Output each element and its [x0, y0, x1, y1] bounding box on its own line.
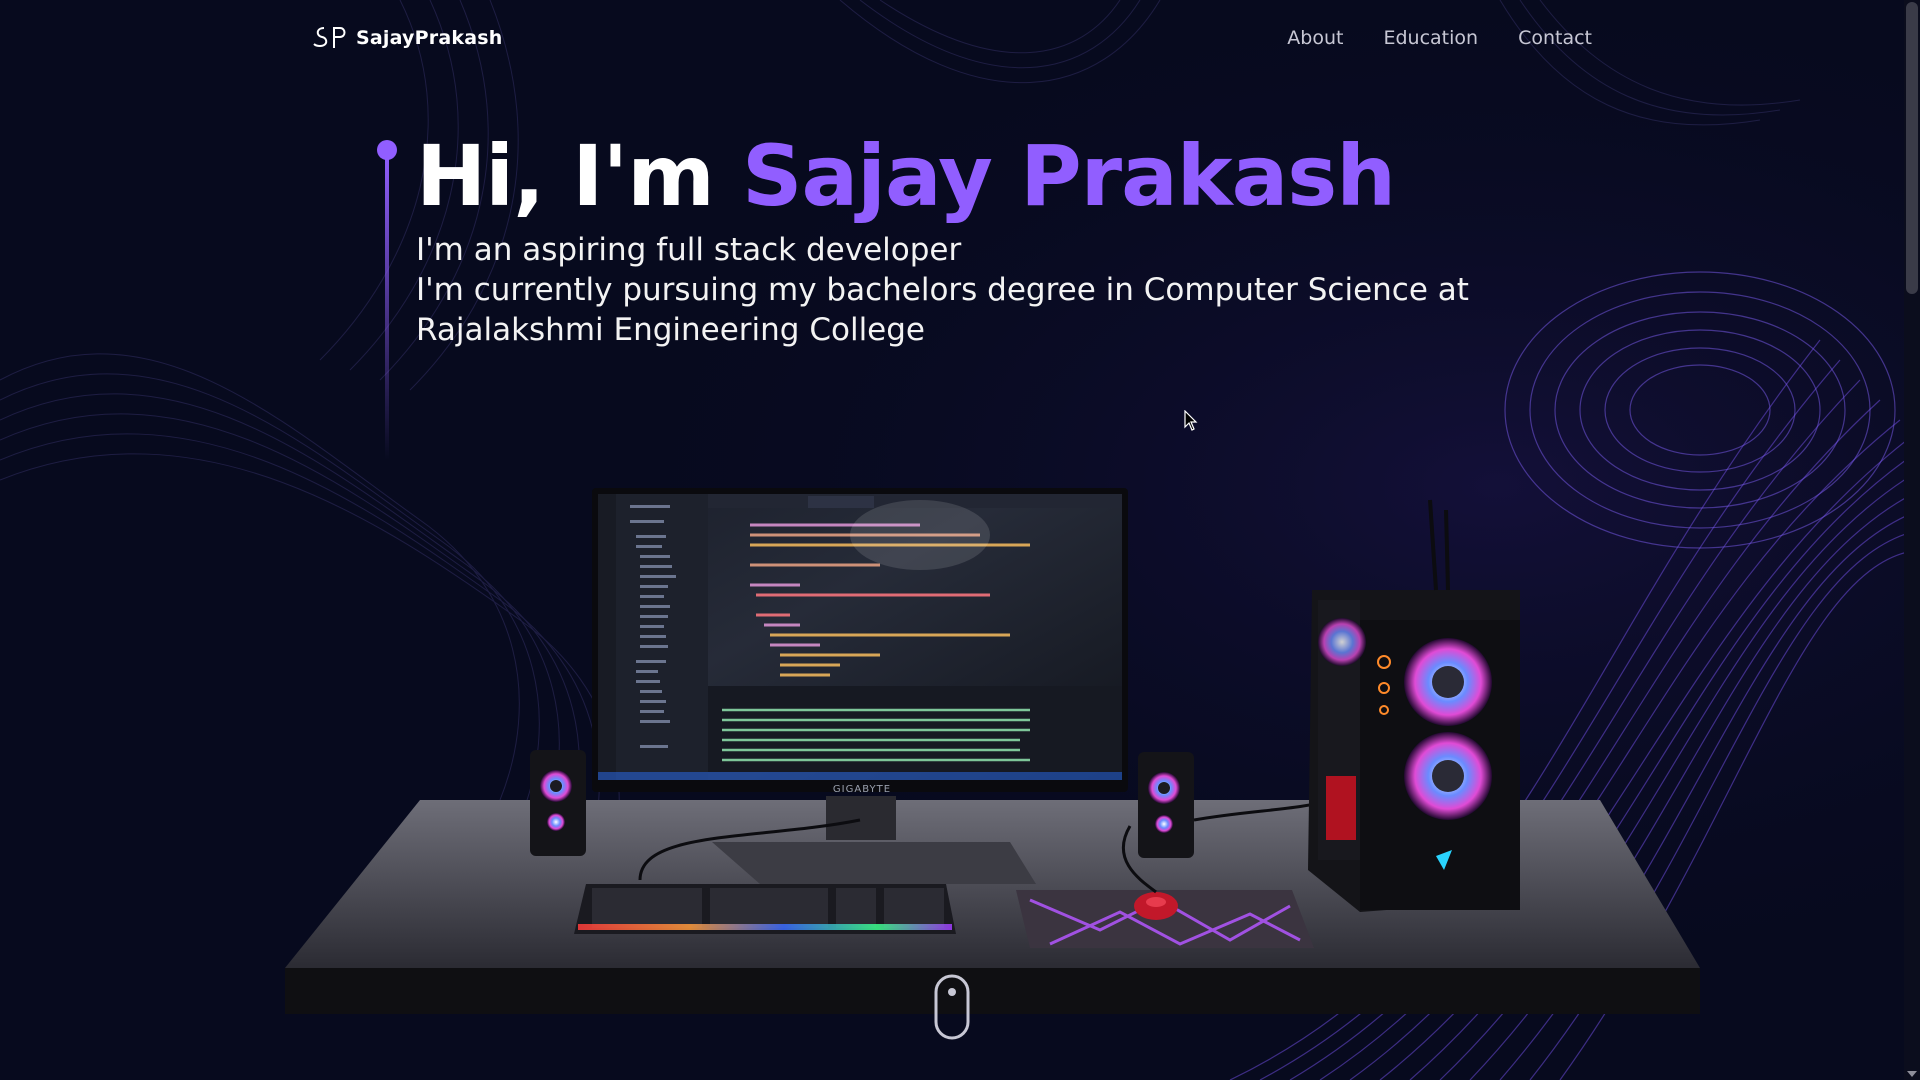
pc-tower [1308, 499, 1520, 912]
hero-name: Sajay Prakash [742, 127, 1396, 225]
hero-title: Hi, I'm Sajay Prakash [416, 126, 1396, 226]
gaming-mouse [1134, 892, 1178, 920]
nav-links: About Education Contact [1287, 27, 1592, 49]
mouse-pointer-icon [1184, 410, 1198, 431]
hero-subtitle: I'm an aspiring full stack developer I'm… [416, 230, 1476, 350]
nav-link-contact[interactable]: Contact [1518, 27, 1592, 49]
nav-link-education[interactable]: Education [1383, 27, 1478, 49]
logo-mark-icon [313, 27, 346, 48]
keyboard [574, 884, 956, 934]
hero-accent-line [377, 140, 397, 460]
logo-text: SajayPrakash [356, 27, 503, 49]
right-speaker [1138, 752, 1194, 858]
monitor-brand-label: GIGABYTE [833, 784, 891, 795]
scroll-down-arrow-icon[interactable] [1907, 1071, 1917, 1077]
page-scrollbar-thumb[interactable] [1906, 2, 1918, 294]
logo-link[interactable]: SajayPrakash [312, 24, 502, 52]
mouse-scroll-icon[interactable] [934, 974, 970, 1040]
navbar: SajayPrakash About Education Contact [0, 0, 1920, 78]
left-speaker [530, 750, 586, 856]
hero-greeting: Hi, I'm [416, 127, 742, 225]
hero-subtitle-line2: I'm currently pursuing my bachelors degr… [416, 272, 1469, 348]
hero-subtitle-line1: I'm an aspiring full stack developer [416, 232, 962, 268]
nav-link-about[interactable]: About [1287, 27, 1343, 49]
